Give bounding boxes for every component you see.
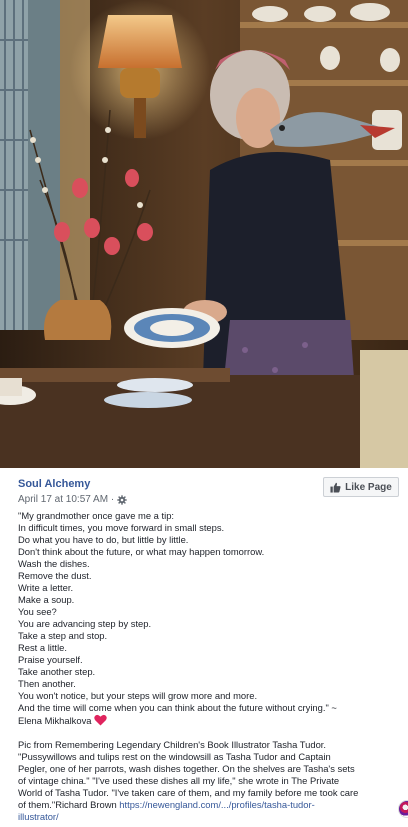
quote-line: Rest a little. [18, 642, 67, 653]
quote-line: You are advancing step by step. [18, 618, 152, 629]
source-link[interactable]: https://newengland.com/.../profiles/tash… [119, 799, 314, 810]
page-name-link[interactable]: Soul Alchemy [18, 478, 90, 490]
caption-line: World of Tasha Tudor. "I've taken care o… [18, 787, 359, 798]
quote-author-line: Elena Mikhalkova [18, 714, 398, 727]
quote-line: Then another. [18, 678, 76, 689]
quote-line: Don't think about the future, or what ma… [18, 546, 265, 557]
kitchen-photo-illustration [0, 0, 408, 468]
post-meta: April 17 at 10:57 AM · [18, 494, 127, 505]
quote-line: Make a soup. [18, 594, 75, 605]
red-heart-icon [94, 714, 108, 726]
caption-line: Pegler, one of her parrots, wash dishes … [18, 763, 355, 774]
quote-line: Take a step and stop. [18, 630, 108, 641]
quote-line: You won't notice, but your steps will gr… [18, 690, 258, 701]
caption-line: of vintage china." "I've used these dish… [18, 775, 340, 786]
caption-line: illustrator/ [18, 811, 398, 823]
quote-line: You see? [18, 606, 57, 617]
quote-line: Do what you have to do, but little by li… [18, 534, 189, 545]
quote-line: In difficult times, you move forward in … [18, 522, 225, 533]
gear-icon[interactable] [117, 494, 127, 505]
quote-line: Remove the dust. [18, 570, 92, 581]
quote-line: Wash the dishes. [18, 558, 90, 569]
quote-line: And the time will come when you can thin… [18, 702, 337, 713]
post-photo[interactable] [0, 0, 408, 468]
avatar[interactable] [398, 800, 408, 818]
like-page-button[interactable]: Like Page [323, 477, 399, 497]
source-link-continued[interactable]: illustrator/ [18, 811, 59, 822]
like-page-label: Like Page [345, 481, 392, 493]
quote-line: Praise yourself. [18, 654, 83, 665]
caption-line: Pic from Remembering Legendary Children'… [18, 739, 327, 750]
quote-line: Write a letter. [18, 582, 74, 593]
caption-line: "Pussywillows and tulips rest on the win… [18, 751, 331, 762]
post-timestamp[interactable]: April 17 at 10:57 AM · [18, 494, 114, 505]
quote-line: Take another step. [18, 666, 96, 677]
thumbs-up-icon [330, 482, 341, 493]
post-text: "My grandmother once gave me a tip: In d… [18, 510, 398, 823]
caption-tail: of them."Richard Brown [18, 799, 120, 810]
quote-line: "My grandmother once gave me a tip: [18, 510, 175, 521]
caption-line: of them."Richard Brown https://newenglan… [18, 799, 398, 811]
quote-author: Elena Mikhalkova [18, 715, 92, 726]
